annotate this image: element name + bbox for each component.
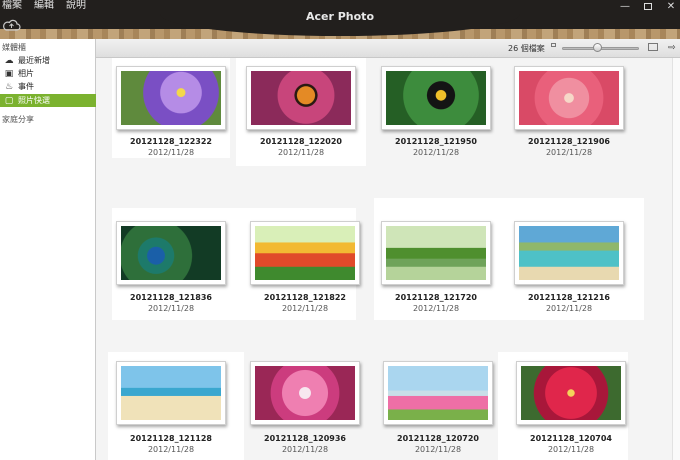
photo-name: 20121128_120704 — [530, 434, 612, 443]
photo-date: 2012/11/28 — [147, 148, 195, 157]
photo-name: 20121128_121906 — [528, 137, 610, 146]
toolbar: 26 個檔案 ⇨ — [96, 39, 680, 58]
export-icon[interactable]: ⇨ — [668, 43, 678, 53]
photo-date: 2012/11/28 — [545, 148, 593, 157]
photo-name: 20121128_121720 — [395, 293, 477, 302]
small-thumbnail-icon[interactable] — [551, 43, 556, 47]
app-title: Acer Photo — [305, 10, 374, 23]
sidebar-item-recent[interactable]: ☁ 最近新增 — [0, 54, 96, 67]
photo-date: 2012/11/28 — [412, 304, 460, 313]
photo-date: 2012/11/28 — [147, 304, 195, 313]
photo-name: 20121128_121822 — [264, 293, 346, 302]
sidebar-item-events[interactable]: ♨ 事件 — [0, 80, 96, 93]
photo-name: 20121128_121836 — [130, 293, 212, 302]
beach-umbrella-image — [121, 366, 221, 420]
section-share: 家庭分享 — [2, 115, 34, 124]
tulips-image — [255, 226, 355, 280]
photo-name: 20121128_121128 — [130, 434, 212, 443]
window-controls: — ✕ — [620, 2, 676, 12]
close-icon[interactable]: ✕ — [666, 2, 676, 12]
photo-name: 20121128_120936 — [264, 434, 346, 443]
minimize-icon[interactable]: — — [620, 2, 630, 12]
photo-thumbnail[interactable] — [381, 66, 491, 130]
photo-thumbnail[interactable] — [246, 66, 356, 130]
butterfly-image — [251, 71, 351, 125]
sidebar-item-label: 事件 — [18, 82, 34, 91]
cosmos-flowers-image — [388, 366, 488, 420]
vertical-scrollbar[interactable] — [672, 58, 680, 460]
quick-select-icon: ▢ — [4, 95, 14, 106]
sidebar-item-quick-select[interactable]: ▢ 照片快選 — [0, 94, 96, 107]
photo-name: 20121128_120720 — [397, 434, 479, 443]
photos-icon: ▣ — [4, 68, 14, 79]
zoom-slider-thumb[interactable] — [593, 43, 602, 52]
large-thumbnail-icon[interactable] — [648, 43, 658, 51]
longtail-boat-image — [519, 226, 619, 280]
bee-eaters-image — [386, 226, 486, 280]
file-count: 26 個檔案 — [508, 44, 545, 53]
photo-thumbnail[interactable] — [381, 221, 491, 285]
photo-thumbnail[interactable] — [514, 221, 624, 285]
photo-name: 20121128_122020 — [260, 137, 342, 146]
recent-icon: ☁ — [4, 55, 14, 66]
photo-thumbnail[interactable] — [116, 221, 226, 285]
toucan-image — [386, 71, 486, 125]
maximize-icon[interactable] — [644, 3, 652, 10]
photo-thumbnail[interactable] — [514, 66, 624, 130]
photo-date: 2012/11/28 — [281, 304, 329, 313]
photo-thumbnail[interactable] — [383, 361, 493, 425]
sidebar: 媒體櫃 ☁ 最近新增 ▣ 相片 ♨ 事件 ▢ 照片快選 家庭分享 — [0, 39, 96, 460]
photo-thumbnail[interactable] — [116, 361, 226, 425]
photo-date: 2012/11/28 — [547, 445, 595, 454]
photo-date: 2012/11/28 — [281, 445, 329, 454]
sidebar-item-photos[interactable]: ▣ 相片 — [0, 67, 96, 80]
section-media: 媒體櫃 — [2, 43, 26, 52]
photo-thumbnail[interactable] — [116, 66, 226, 130]
lilies-image — [255, 366, 355, 420]
photo-date: 2012/11/28 — [414, 445, 462, 454]
red-dahlia-image — [521, 366, 621, 420]
photo-thumbnail[interactable] — [250, 221, 360, 285]
photo-name: 20121128_121950 — [395, 137, 477, 146]
purple-flowers-image — [121, 71, 221, 125]
photo-thumbnail[interactable] — [516, 361, 626, 425]
title-bar: 檔案 編輯 說明 Acer Photo — ✕ — [0, 0, 680, 39]
peacock-image — [121, 226, 221, 280]
photo-thumbnail[interactable] — [250, 361, 360, 425]
cloud-icon[interactable] — [2, 18, 21, 32]
sidebar-item-label: 照片快選 — [18, 96, 50, 105]
photo-date: 2012/11/28 — [147, 445, 195, 454]
photo-name: 20121128_121216 — [528, 293, 610, 302]
photo-name: 20121128_122322 — [130, 137, 212, 146]
sidebar-item-label: 最近新增 — [18, 56, 50, 65]
photo-date: 2012/11/28 — [412, 148, 460, 157]
pink-flower-image — [519, 71, 619, 125]
photo-date: 2012/11/28 — [277, 148, 325, 157]
sidebar-item-label: 相片 — [18, 69, 34, 78]
photo-date: 2012/11/28 — [545, 304, 593, 313]
events-icon: ♨ — [4, 81, 14, 92]
